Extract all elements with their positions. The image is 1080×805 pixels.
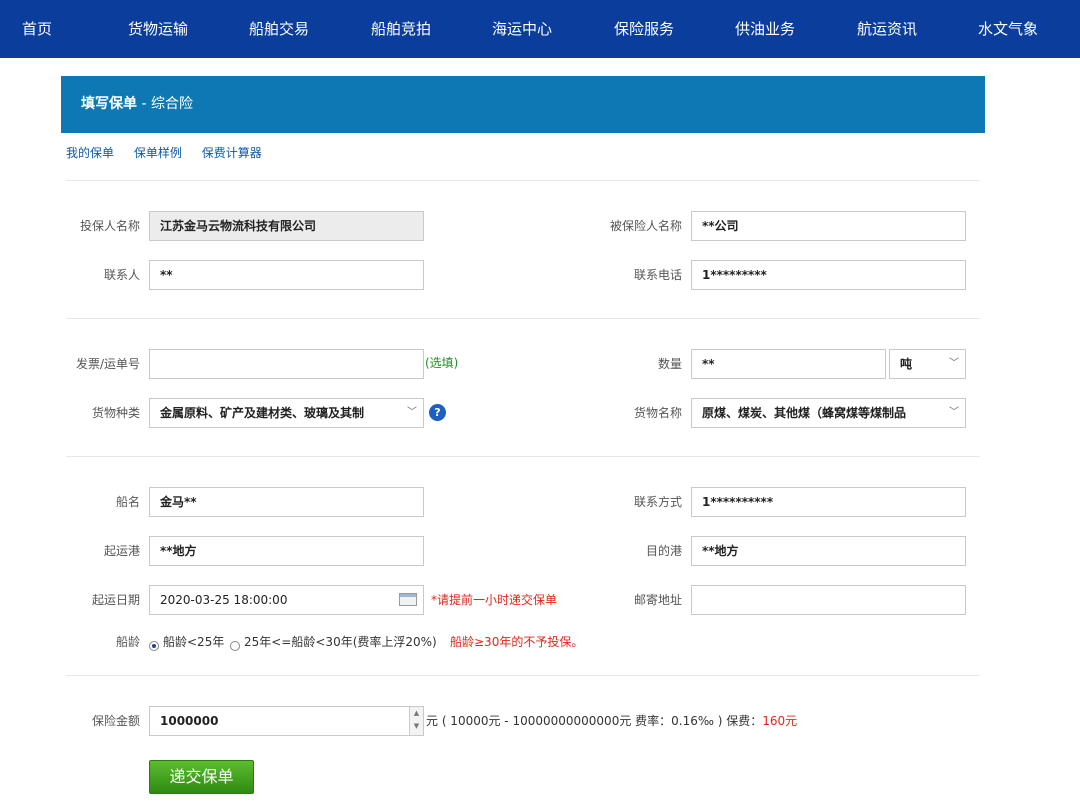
submit-button[interactable]: 递交保单 [149,760,254,794]
invoice-field[interactable] [149,349,424,379]
departure-port-label: 起运港 [103,544,140,558]
unit-select[interactable]: 吨 ﹀ [889,349,966,379]
amount-field[interactable]: 1000000 ▲ ▼ [149,706,424,736]
invoice-label: 发票/运单号 [75,357,140,371]
amount-range-text: 元 ( 10000元 - 10000000000000元 费率：0.16‰ ) … [426,714,763,728]
ship-age-radio-25-30[interactable] [230,641,240,651]
calendar-icon[interactable] [399,593,417,606]
destination-port-field[interactable]: **地方 [691,536,966,566]
mail-address-field[interactable] [691,585,966,615]
destination-port-label: 目的港 [645,544,682,558]
ship-name-field[interactable]: 金马** [149,487,424,517]
ship-age-option-25-30: 25年<=船龄<30年(费率上浮20%) [244,635,437,649]
link-my-policies[interactable]: 我的保单 [66,146,114,160]
divider [66,675,980,676]
amount-value: 1000000 [160,714,219,728]
unit-select-value: 吨 [900,357,913,371]
policyholder-field[interactable]: 江苏金马云物流科技有限公司 [149,211,424,241]
cargo-name-select[interactable]: 原煤、煤炭、其他煤（蜂窝煤等煤制品 ﹀ [691,398,966,428]
cargo-name-label: 货物名称 [633,406,682,420]
insured-field[interactable]: **公司 [691,211,966,241]
departure-date-field[interactable]: 2020-03-25 18:00:00 [149,585,424,615]
contact-method-label: 联系方式 [633,495,682,509]
help-icon[interactable]: ? [429,404,446,421]
chevron-down-icon: ﹀ [949,358,959,369]
form-header: 填写保单 - 综合险 [61,76,985,133]
departure-port-field[interactable]: **地方 [149,536,424,566]
contact-field[interactable]: ** [149,260,424,290]
ship-age-note: 船龄≥30年的不予投保。 [450,635,584,649]
sub-links: 我的保单 保单样例 保费计算器 [66,144,278,161]
nav-item-home[interactable]: 首页 [22,0,52,58]
cargo-type-select[interactable]: 金属原料、矿产及建材类、玻璃及其制 ﹀ [149,398,424,428]
quantity-label: 数量 [657,357,682,371]
nav-item-insurance[interactable]: 保险服务 [614,0,674,58]
invoice-optional-hint: (选填) [425,356,459,370]
mail-address-label: 邮寄地址 [633,593,682,607]
nav-item-cargo[interactable]: 货物运输 [128,0,188,58]
departure-date-hint: *请提前一小时递交保单 [431,593,558,607]
nav-item-fuel[interactable]: 供油业务 [735,0,795,58]
amount-label: 保险金额 [91,714,140,728]
link-policy-sample[interactable]: 保单样例 [134,146,182,160]
nav-item-ship-auction[interactable]: 船舶竞拍 [371,0,431,58]
ship-age-radio-under-25[interactable] [149,641,159,651]
quantity-field[interactable]: ** [691,349,886,379]
amount-description: 元 ( 10000元 - 10000000000000元 费率：0.16‰ ) … [426,706,797,736]
premium-value: 160元 [762,714,798,728]
nav-item-news[interactable]: 航运资讯 [857,0,917,58]
divider [66,318,980,319]
chevron-down-icon: ﹀ [407,407,417,418]
insured-label: 被保险人名称 [609,219,682,233]
top-nav: 首页 货物运输 船舶交易 船舶竞拍 海运中心 保险服务 供油业务 航运资讯 水文… [0,0,1080,58]
cargo-type-label: 货物种类 [91,406,140,420]
phone-field[interactable]: 1********* [691,260,966,290]
nav-item-weather[interactable]: 水文气象 [978,0,1038,58]
ship-name-label: 船名 [115,495,140,509]
divider [66,180,980,181]
page-title-sub: - 综合险 [137,96,193,112]
link-premium-calculator[interactable]: 保费计算器 [202,146,262,160]
nav-item-shipping-center[interactable]: 海运中心 [492,0,552,58]
divider [66,456,980,457]
nav-item-ship-trade[interactable]: 船舶交易 [249,0,309,58]
phone-label: 联系电话 [633,268,682,282]
page-title-main: 填写保单 [81,96,137,112]
ship-age-label: 船龄 [115,635,140,649]
departure-date-label: 起运日期 [91,593,140,607]
cargo-name-value: 原煤、煤炭、其他煤（蜂窝煤等煤制品 [702,406,907,420]
stepper-icon[interactable]: ▲ ▼ [409,707,423,735]
page-title: 填写保单 - 综合险 [81,76,193,133]
contact-method-field[interactable]: 1********** [691,487,966,517]
policyholder-label: 投保人名称 [79,219,140,233]
ship-age-option-under-25: 船龄<25年 [163,635,225,649]
contact-label: 联系人 [103,268,140,282]
chevron-down-icon: ﹀ [949,407,959,418]
cargo-type-value: 金属原料、矿产及建材类、玻璃及其制 [160,406,365,420]
departure-date-value: 2020-03-25 18:00:00 [160,593,288,607]
